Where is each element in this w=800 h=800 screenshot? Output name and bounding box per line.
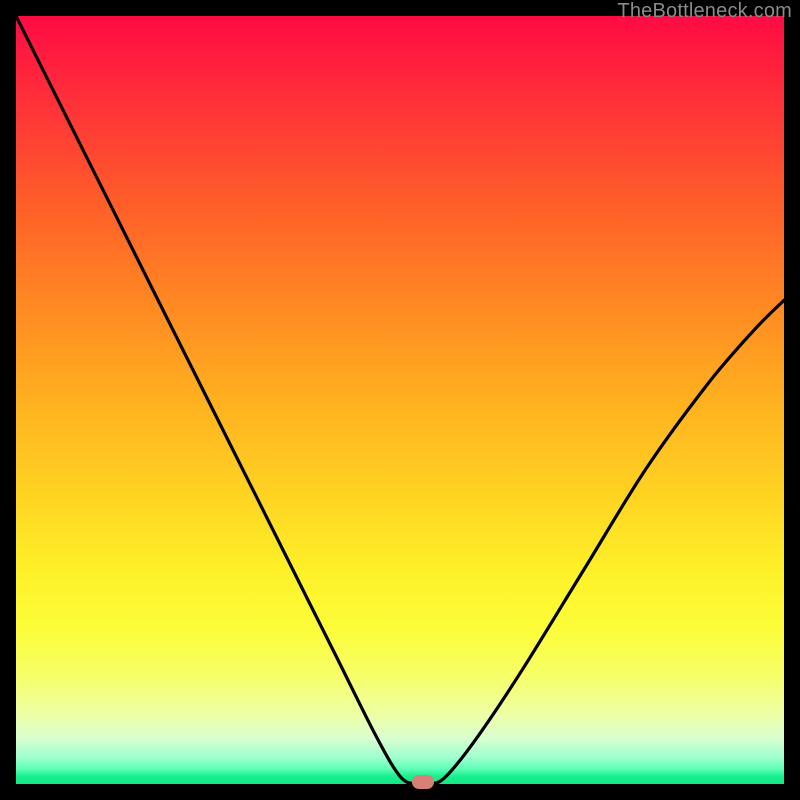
- chart-frame: TheBottleneck.com: [0, 0, 800, 800]
- plot-area: [16, 16, 784, 784]
- minimum-marker: [412, 775, 434, 789]
- watermark-text: TheBottleneck.com: [617, 0, 792, 23]
- bottleneck-curve: [16, 16, 784, 784]
